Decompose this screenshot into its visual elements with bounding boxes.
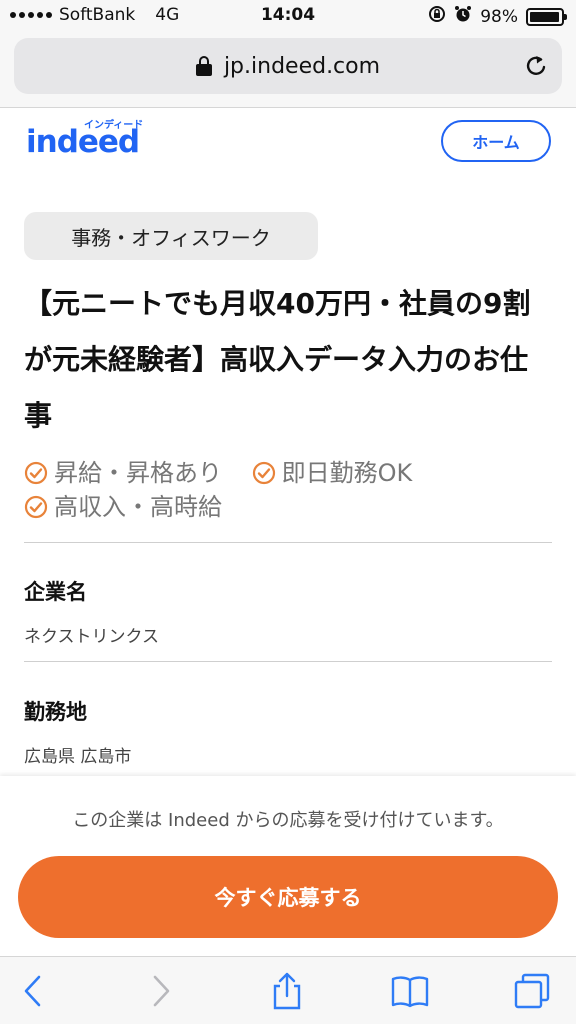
divider (24, 542, 552, 543)
status-right: 98% (428, 5, 567, 28)
alarm-icon (454, 5, 472, 28)
battery-icon (526, 7, 567, 26)
bookmarks-icon[interactable] (390, 971, 430, 1011)
indeed-logo[interactable]: インディード indeed (26, 116, 146, 164)
check-circle-icon (24, 461, 48, 485)
location-value: 広島県 広島市 (24, 747, 132, 767)
url-text: jp.indeed.com (223, 53, 381, 79)
tag-start-immediately: 即日勤務OK (252, 458, 413, 488)
browser-address-area: jp.indeed.com (0, 32, 576, 108)
tag-high-pay: 高収入・高時給 (24, 492, 222, 522)
tag-promotion: 昇給・昇格あり (24, 458, 222, 488)
status-bar: SoftBank 4G 14:04 98% (0, 0, 576, 32)
back-icon[interactable] (14, 971, 54, 1011)
company-value: ネクストリンクス (24, 627, 159, 647)
lock-icon (195, 56, 212, 76)
tabs-icon[interactable] (512, 971, 552, 1011)
share-icon[interactable] (267, 971, 307, 1011)
job-tags: 昇給・昇格あり 即日勤務OK 高収入・高時給 (24, 458, 554, 526)
battery-percent: 98% (480, 6, 518, 27)
apply-now-button[interactable]: 今すぐ応募する (18, 856, 558, 938)
check-circle-icon (252, 461, 275, 485)
rotation-lock-icon (428, 5, 446, 28)
url-wrap: jp.indeed.com (14, 38, 562, 94)
apply-area: この企業は Indeed からの応募を受け付けています。 今すぐ応募する (0, 776, 576, 956)
category-chip: 事務・オフィスワーク (24, 212, 318, 260)
location-label: 勤務地 (24, 700, 87, 724)
divider (24, 661, 552, 662)
tag-label: 即日勤務OK (281, 459, 413, 487)
logo-text: indeed (26, 124, 140, 160)
check-circle-icon (24, 495, 48, 519)
company-label: 企業名 (24, 580, 87, 604)
apply-note: この企業は Indeed からの応募を受け付けています。 (72, 810, 504, 831)
forward-icon[interactable] (140, 971, 180, 1011)
browser-toolbar (0, 956, 576, 1024)
tag-label: 高収入・高時給 (54, 493, 222, 521)
job-title: 【元ニートでも月収40万円・社員の9割が元未経験者】高収入データ入力のお仕事 (24, 287, 531, 432)
tag-label: 昇給・昇格あり (54, 459, 222, 487)
reload-icon[interactable] (522, 52, 550, 80)
url-field[interactable]: jp.indeed.com (14, 38, 562, 94)
battery-fill (530, 11, 560, 22)
home-button[interactable]: ホーム (441, 120, 551, 162)
